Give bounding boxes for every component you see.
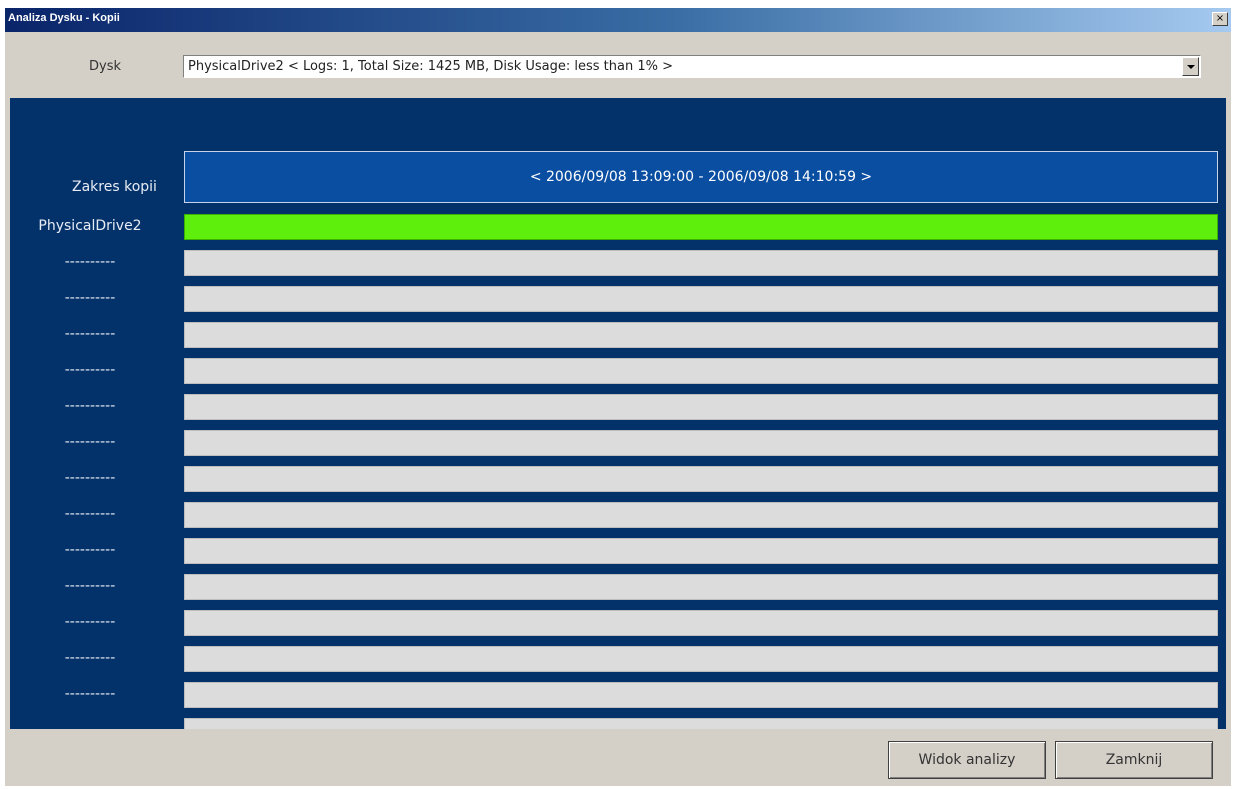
track-bar[interactable] — [184, 214, 1218, 240]
analysis-dialog: Analiza Dysku - Kopii × Dysk PhysicalDri… — [5, 8, 1231, 786]
track-bar[interactable] — [184, 574, 1218, 600]
track-label: ---------- — [64, 578, 116, 594]
range-display: < 2006/09/08 13:09:00 - 2006/09/08 14:10… — [184, 151, 1218, 203]
track-row: PhysicalDrive2 — [10, 214, 1226, 240]
track-bar[interactable] — [184, 430, 1218, 456]
track-row: ---------- — [10, 646, 1226, 672]
track-label: ---------- — [64, 542, 116, 558]
track-bar[interactable] — [184, 610, 1218, 636]
close-button[interactable]: Zamknij — [1055, 741, 1213, 779]
track-label: ---------- — [64, 506, 116, 522]
title-bar[interactable]: Analiza Dysku - Kopii × — [5, 8, 1231, 32]
track-label: ---------- — [64, 470, 116, 486]
track-row: ---------- — [10, 502, 1226, 528]
track-bar[interactable] — [184, 394, 1218, 420]
track-label: PhysicalDrive2 — [38, 218, 142, 234]
track-row: ---------- — [10, 394, 1226, 420]
track-row: ---------- — [10, 610, 1226, 636]
disk-select-value: PhysicalDrive2 < Logs: 1, Total Size: 14… — [188, 59, 673, 74]
track-bar[interactable] — [184, 682, 1218, 708]
track-label: ---------- — [64, 254, 116, 270]
track-row: ---------- — [10, 682, 1226, 708]
track-row: ---------- — [10, 574, 1226, 600]
timeline-panel: Zakres kopii < 2006/09/08 13:09:00 - 200… — [10, 98, 1226, 729]
window-title: Analiza Dysku - Kopii — [8, 12, 120, 24]
track-bar[interactable] — [184, 718, 1218, 729]
disk-label: Dysk — [89, 59, 122, 74]
track-bar[interactable] — [184, 646, 1218, 672]
track-bar[interactable] — [184, 286, 1218, 312]
track-row: ---------- — [10, 250, 1226, 276]
track-bar[interactable] — [184, 358, 1218, 384]
track-row: ---------- — [10, 430, 1226, 456]
analysis-view-button[interactable]: Widok analizy — [888, 741, 1046, 779]
track-row: ---------- — [10, 718, 1226, 729]
track-label: ---------- — [64, 398, 116, 414]
track-label: ---------- — [10, 722, 170, 729]
track-bar[interactable] — [184, 466, 1218, 492]
track-row: ---------- — [10, 286, 1226, 312]
track-bar[interactable] — [184, 502, 1218, 528]
track-label: ---------- — [64, 614, 116, 630]
track-label: ---------- — [64, 650, 116, 666]
track-bar[interactable] — [184, 250, 1218, 276]
track-label: ---------- — [64, 686, 116, 702]
track-row: ---------- — [10, 322, 1226, 348]
track-row: ---------- — [10, 538, 1226, 564]
track-row: ---------- — [10, 466, 1226, 492]
track-label: ---------- — [64, 362, 116, 378]
chevron-down-icon — [1187, 65, 1195, 69]
disk-dropdown-button[interactable] — [1182, 57, 1199, 76]
track-bar[interactable] — [184, 538, 1218, 564]
close-window-button[interactable]: × — [1212, 12, 1228, 26]
track-label: ---------- — [64, 434, 116, 450]
track-label: ---------- — [64, 290, 116, 306]
track-label: ---------- — [64, 326, 116, 342]
range-label: Zakres kopii — [72, 179, 157, 195]
disk-select[interactable]: PhysicalDrive2 < Logs: 1, Total Size: 14… — [183, 55, 1201, 78]
track-row: ---------- — [10, 358, 1226, 384]
track-bar[interactable] — [184, 322, 1218, 348]
